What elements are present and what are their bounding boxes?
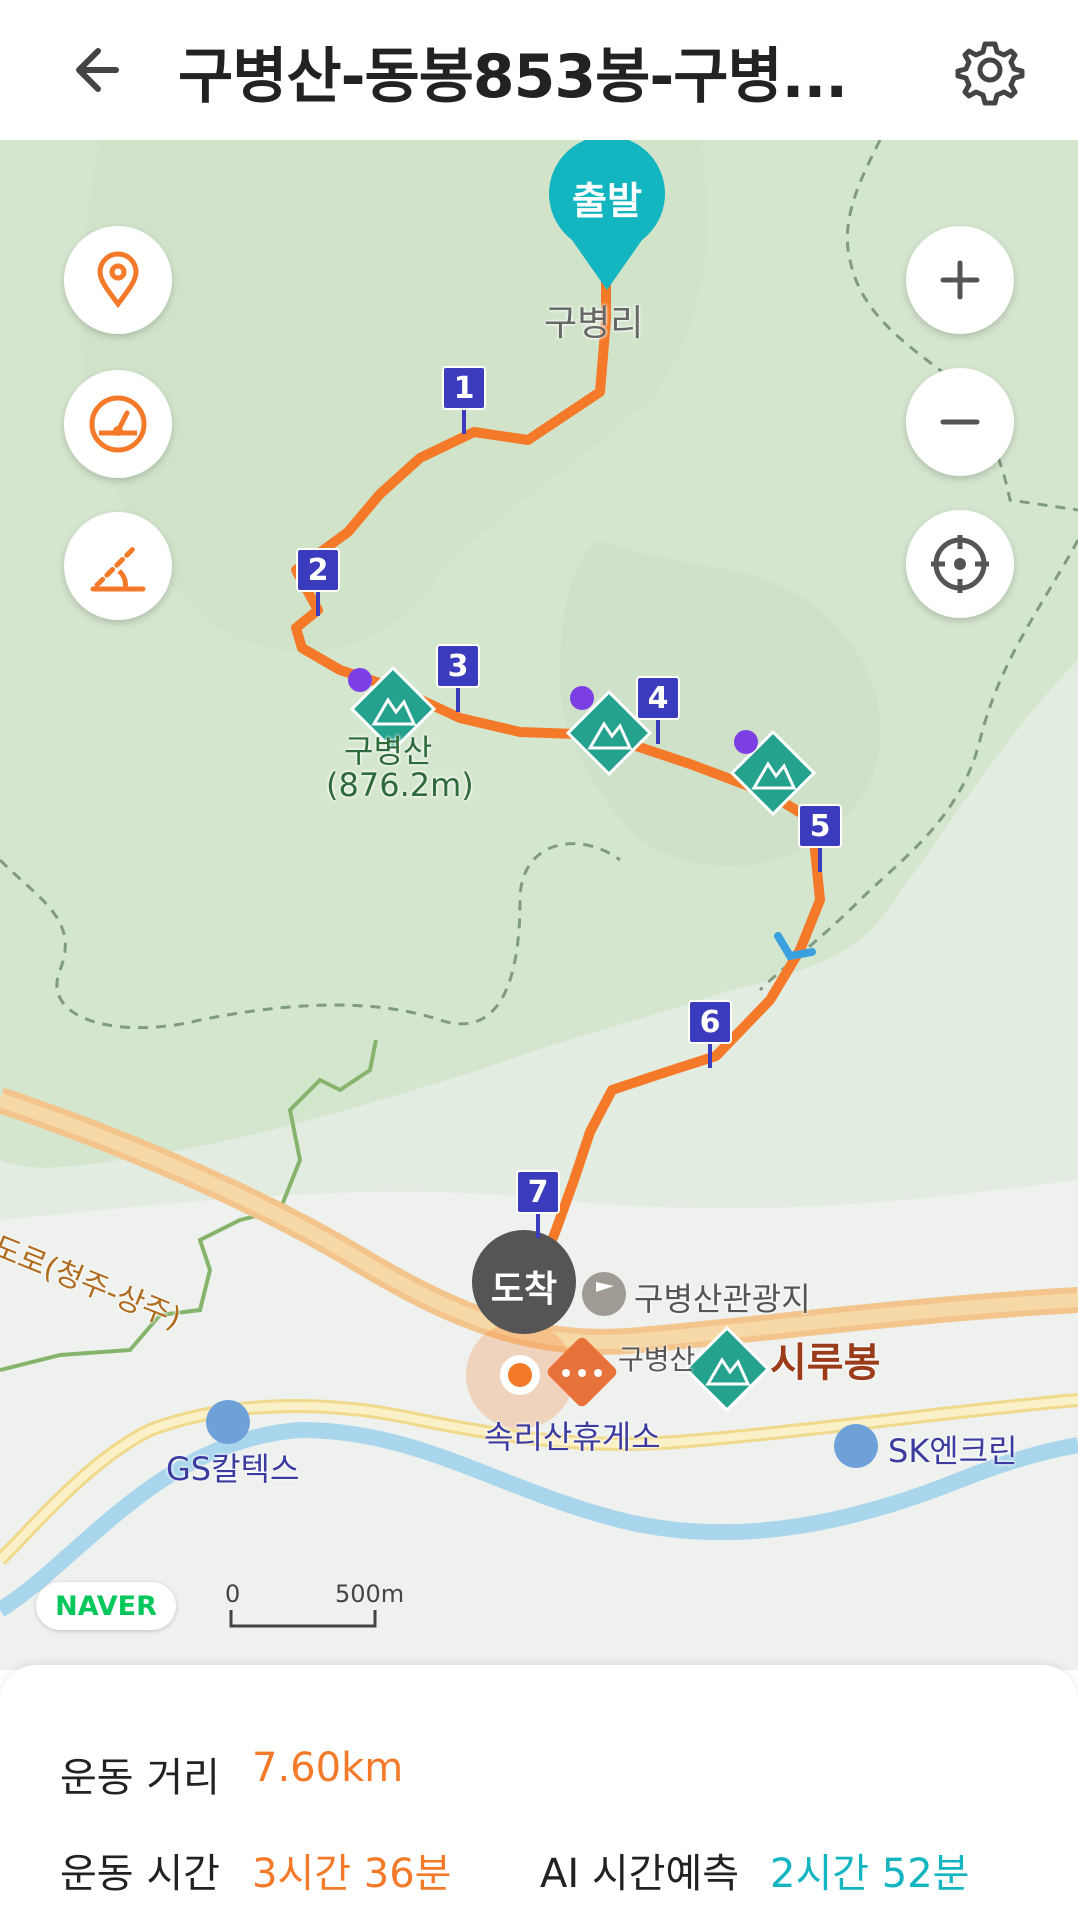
label-peak2: 시루봉 <box>770 1340 881 1386</box>
label-rest-area: 속리산휴게소 <box>484 1418 661 1456</box>
waypoint-5-pin <box>818 848 822 872</box>
zoom-out-icon <box>940 419 980 425</box>
ai-value: 2시간 52분 <box>770 1851 970 1897</box>
arrow-left-icon <box>76 48 119 92</box>
scale-bar: 0 500m <box>225 1580 405 1640</box>
waypoint-1[interactable]: 1 <box>442 366 486 410</box>
waypoint-6[interactable]: 6 <box>688 1000 732 1044</box>
page-title: 구병산-동봉853봉-구병... <box>178 42 848 112</box>
speedometer-icon <box>89 395 147 453</box>
scale-line <box>229 1610 377 1628</box>
location-pin-icon <box>97 251 139 309</box>
waypoint-6-pin <box>708 1044 712 1068</box>
crosshair-icon <box>931 535 989 593</box>
location-button[interactable] <box>64 226 172 334</box>
end-label: 도착 <box>490 1269 558 1310</box>
speedometer-button[interactable] <box>64 370 172 478</box>
label-tourist-site2: 구병산 <box>618 1343 696 1376</box>
time-label: 운동 시간 <box>60 1851 220 1897</box>
waypoint-4-pin <box>656 720 660 744</box>
waypoint-5[interactable]: 5 <box>798 804 842 848</box>
waypoint-2[interactable]: 2 <box>296 548 340 592</box>
end-marker[interactable]: 도착 <box>466 1230 582 1334</box>
ai-label: AI 시간예측 <box>540 1851 740 1897</box>
start-pin[interactable]: 출발 <box>548 140 666 290</box>
current-location-button[interactable] <box>906 510 1014 618</box>
zoom-out-button[interactable] <box>906 368 1014 476</box>
waypoint-7[interactable]: 7 <box>516 1170 560 1214</box>
scale-zero: 0 <box>225 1580 241 1608</box>
settings-button[interactable] <box>950 30 1030 110</box>
slope-button[interactable] <box>64 512 172 620</box>
waypoint-1-pin <box>462 410 466 434</box>
label-peak-elevation: (876.2m) <box>326 766 474 804</box>
time-value: 3시간 36분 <box>252 1851 452 1897</box>
waypoint-3[interactable]: 3 <box>436 644 480 688</box>
naver-logo: NAVER <box>36 1582 176 1630</box>
back-button[interactable] <box>60 30 140 110</box>
label-tourist-site: 구병산관광지 <box>634 1280 811 1318</box>
label-village: 구병리 <box>544 303 644 344</box>
distance-label: 운동 거리 <box>60 1755 220 1801</box>
waypoint-7-pin <box>536 1214 540 1238</box>
stats-panel: 운동 거리 7.60km 운동 시간 3시간 36분 AI 시간예측 2시간 5… <box>0 1665 1078 1916</box>
waypoint-2-pin <box>316 592 320 616</box>
waypoint-3-pin <box>456 688 460 712</box>
label-gas2: SK엔크린 <box>888 1432 1018 1470</box>
waypoint-4[interactable]: 4 <box>636 676 680 720</box>
app-header: 구병산-동봉853봉-구병... <box>0 0 1078 141</box>
map-view[interactable]: 출발 도착 1 2 3 4 5 6 7 구병리 구병산 (876.2m) 당진영… <box>0 140 1078 1670</box>
start-label: 출발 <box>572 179 642 223</box>
zoom-in-button[interactable] <box>906 226 1014 334</box>
scale-value: 500m <box>335 1580 405 1608</box>
zoom-in-icon <box>940 260 980 300</box>
distance-value: 7.60km <box>252 1745 404 1791</box>
slope-icon <box>90 544 146 592</box>
gear-icon <box>955 41 1025 106</box>
label-gas1: GS칼텍스 <box>166 1450 300 1488</box>
